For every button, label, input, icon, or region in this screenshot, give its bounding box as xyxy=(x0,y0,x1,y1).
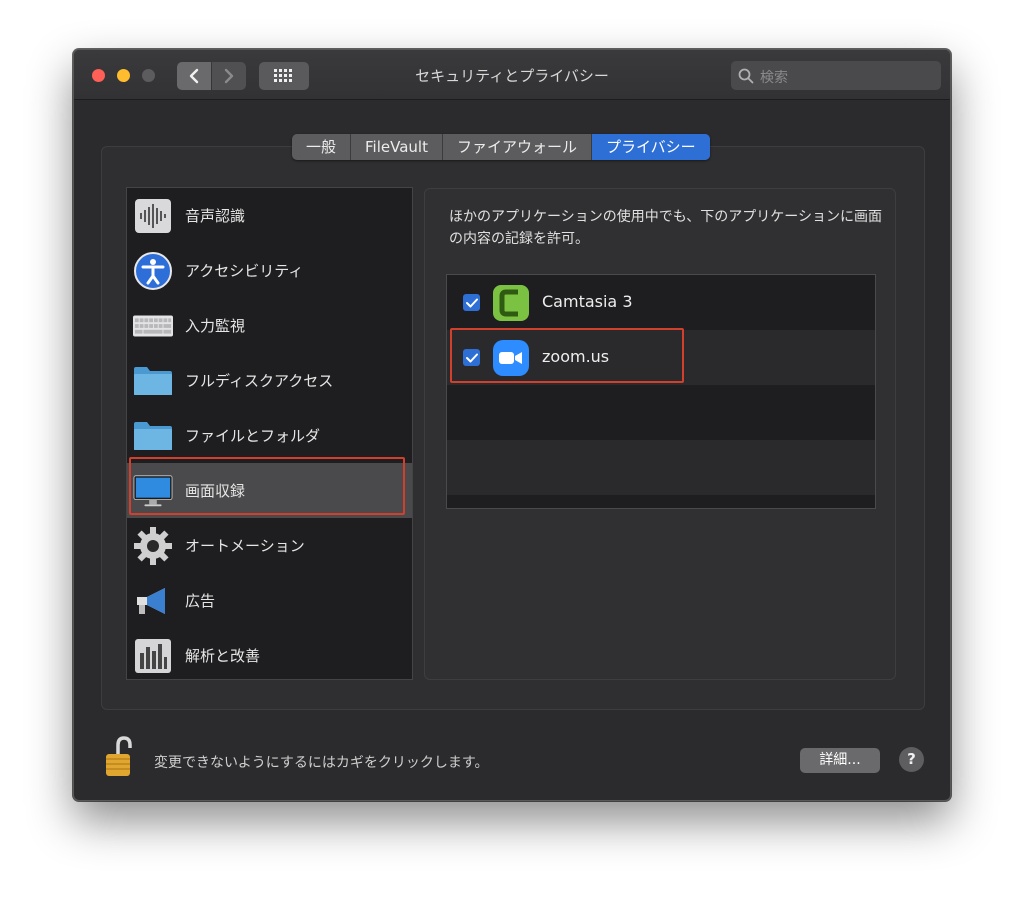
zoom-icon xyxy=(493,340,529,376)
privacy-category-list[interactable]: 音声認識 アクセシビリティ 入力監視 フルディスクアクセス ファイルとフォルダ … xyxy=(126,187,413,680)
gear-icon xyxy=(133,526,173,566)
app-permission-list[interactable]: Camtasia 3 zoom.us xyxy=(446,274,876,509)
sidebar-item-files-and-folders[interactable]: ファイルとフォルダ xyxy=(127,408,412,463)
keyboard-icon xyxy=(133,306,173,346)
folder-icon xyxy=(133,361,173,401)
sidebar-item-label: 音声認識 xyxy=(185,207,246,225)
title-bar: セキュリティとプライバシー 検索 xyxy=(74,50,950,100)
app-name: Camtasia 3 xyxy=(542,292,633,311)
sidebar-item-accessibility[interactable]: アクセシビリティ xyxy=(127,243,412,298)
tab-general[interactable]: 一般 xyxy=(292,134,352,160)
sidebar-item-analytics[interactable]: 解析と改善 xyxy=(127,628,412,679)
sidebar-item-label: アクセシビリティ xyxy=(185,262,304,280)
tab-bar: 一般 FileVault ファイアウォール プライバシー xyxy=(292,134,710,160)
checkmark-icon xyxy=(465,353,478,362)
search-icon xyxy=(738,68,754,84)
list-item-zoom[interactable]: zoom.us xyxy=(447,330,875,385)
tab-filevault[interactable]: FileVault xyxy=(351,134,443,160)
sidebar-item-automation[interactable]: オートメーション xyxy=(127,518,412,573)
waveform-icon xyxy=(133,196,173,236)
sidebar-item-label: 入力監視 xyxy=(185,317,246,335)
sidebar-item-advertising[interactable]: 広告 xyxy=(127,573,412,628)
sidebar-item-speech-recognition[interactable]: 音声認識 xyxy=(127,188,412,243)
sidebar-item-label: オートメーション xyxy=(185,537,305,555)
app-name: zoom.us xyxy=(542,347,610,366)
list-empty-row xyxy=(447,385,875,440)
accessibility-icon xyxy=(133,251,173,291)
folder-icon xyxy=(133,416,173,456)
megaphone-icon xyxy=(133,581,173,621)
camtasia-icon xyxy=(493,285,529,321)
padlock-icon[interactable] xyxy=(104,736,134,782)
bar-chart-icon xyxy=(133,636,173,676)
lock-hint-text: 変更できないようにするにはカギをクリックします。 xyxy=(154,755,489,771)
zoom-checkbox[interactable] xyxy=(463,349,480,366)
footer-bar: 変更できないようにするにはカギをクリックします。 詳細... ? xyxy=(74,730,950,800)
search-placeholder: 検索 xyxy=(760,70,788,86)
search-field[interactable]: 検索 xyxy=(731,61,941,90)
checkmark-icon xyxy=(465,298,478,307)
sidebar-item-full-disk-access[interactable]: フルディスクアクセス xyxy=(127,353,412,408)
sidebar-item-label: 画面収録 xyxy=(185,482,246,500)
sidebar-item-input-monitoring[interactable]: 入力監視 xyxy=(127,298,412,353)
monitor-icon xyxy=(133,471,173,511)
sidebar-item-label: 広告 xyxy=(185,592,216,610)
sidebar-item-label: 解析と改善 xyxy=(185,647,261,665)
details-button[interactable]: 詳細... xyxy=(800,748,880,773)
help-button[interactable]: ? xyxy=(899,747,924,772)
list-empty-row xyxy=(447,440,875,495)
sidebar-item-screen-recording[interactable]: 画面収録 xyxy=(127,463,412,518)
list-item-camtasia[interactable]: Camtasia 3 xyxy=(447,275,875,330)
permission-description: ほかのアプリケーションの使用中でも、下のアプリケーションに画面の内容の記録を許可… xyxy=(449,209,883,247)
permission-panel: ほかのアプリケーションの使用中でも、下のアプリケーションに画面の内容の記録を許可… xyxy=(424,188,896,680)
sidebar-item-label: フルディスクアクセス xyxy=(185,372,334,390)
tab-firewall[interactable]: ファイアウォール xyxy=(443,134,592,160)
camtasia-checkbox[interactable] xyxy=(463,294,480,311)
preferences-window: セキュリティとプライバシー 検索 一般 FileVault ファイアウォール プ… xyxy=(73,49,951,801)
sidebar-item-label: ファイルとフォルダ xyxy=(185,427,321,445)
tab-privacy[interactable]: プライバシー xyxy=(591,134,710,160)
